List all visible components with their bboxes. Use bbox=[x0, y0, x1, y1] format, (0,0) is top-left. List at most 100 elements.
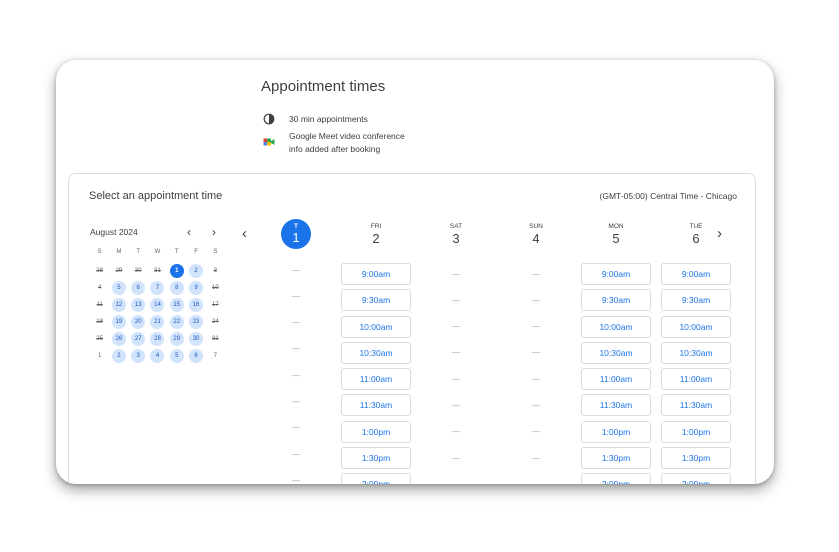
time-slot-button[interactable]: 2:00pm bbox=[581, 473, 651, 484]
calendar-day-number: 4 bbox=[97, 284, 102, 291]
calendar-prev-button[interactable]: ‹ bbox=[187, 225, 191, 239]
calendar-day[interactable]: 23 bbox=[186, 313, 205, 330]
slot-list: — — — — — — — — — bbox=[421, 263, 491, 484]
time-slot-button[interactable]: 9:30am bbox=[661, 289, 731, 312]
conference-line-1: Google Meet video conference bbox=[289, 131, 405, 141]
calendar-day-number: 7 bbox=[213, 352, 217, 359]
calendar-day[interactable]: 13 bbox=[129, 296, 148, 313]
calendar-day-number: 24 bbox=[211, 318, 219, 325]
unavailable-slot: — bbox=[501, 341, 571, 364]
weekday-label: W bbox=[154, 249, 161, 255]
day-of-week: FRI bbox=[370, 223, 382, 230]
calendar-day[interactable]: 26 bbox=[109, 330, 128, 347]
time-slot-button[interactable]: 11:30am bbox=[581, 394, 651, 417]
calendar-day-number: 31 bbox=[211, 335, 219, 342]
calendar-day-number: 19 bbox=[111, 314, 126, 329]
weekday-label: T bbox=[136, 249, 141, 255]
calendar-day-number: 30 bbox=[189, 331, 204, 346]
calendar-day[interactable]: 3 bbox=[129, 347, 148, 364]
calendar-day-number: 20 bbox=[131, 314, 146, 329]
unavailable-slot: — bbox=[261, 337, 331, 360]
calendar-day[interactable]: 21 bbox=[148, 313, 167, 330]
calendar-day[interactable]: 6 bbox=[186, 347, 205, 364]
time-slot-button[interactable]: 11:00am bbox=[661, 368, 731, 391]
calendar-day[interactable]: 7 bbox=[148, 279, 167, 296]
calendar-day: 30 bbox=[129, 262, 148, 279]
day-number: 4 bbox=[532, 231, 540, 246]
day-number: 5 bbox=[612, 231, 620, 246]
time-slot-button[interactable]: 11:00am bbox=[341, 368, 411, 391]
calendar-day[interactable]: 9 bbox=[186, 279, 205, 296]
calendar-day-number: 25 bbox=[96, 335, 103, 342]
calendar-next-button[interactable]: › bbox=[212, 225, 216, 239]
schedule-prev-button[interactable]: ‹ bbox=[242, 225, 247, 242]
time-slot-button[interactable]: 1:30pm bbox=[581, 447, 651, 470]
day-header: SUN 4 bbox=[501, 223, 571, 263]
calendar-day[interactable]: 29 bbox=[167, 330, 186, 347]
calendar-day[interactable]: 28 bbox=[148, 330, 167, 347]
calendar-day[interactable]: 27 bbox=[129, 330, 148, 347]
unavailable-slot: — bbox=[501, 289, 571, 312]
time-slot-button[interactable]: 1:30pm bbox=[661, 447, 731, 470]
calendar-day-number: 6 bbox=[189, 348, 204, 363]
calendar-day[interactable]: 2 bbox=[186, 262, 205, 279]
calendar-day[interactable]: 6 bbox=[129, 279, 148, 296]
calendar-day: 31 bbox=[206, 330, 225, 347]
calendar-day[interactable]: 19 bbox=[109, 313, 128, 330]
day-number: 3 bbox=[452, 231, 460, 246]
google-meet-icon bbox=[263, 138, 275, 146]
calendar-day[interactable]: 4 bbox=[148, 347, 167, 364]
time-slot-button[interactable]: 11:00am bbox=[581, 368, 651, 391]
calendar-day[interactable]: 30 bbox=[186, 330, 205, 347]
time-slot-button[interactable]: 9:00am bbox=[341, 263, 411, 285]
timezone-selector[interactable]: (GMT-05:00) Central Time - Chicago bbox=[600, 191, 737, 201]
time-slot-button[interactable]: 2:00pm bbox=[661, 473, 731, 484]
calendar-month: August 2024 bbox=[90, 227, 138, 237]
calendar-day[interactable]: 5 bbox=[109, 279, 128, 296]
day-column: T 1 — — — — — — — — — bbox=[261, 219, 331, 484]
day-column: TUE 6 9:00am 9:30am 10:00am 10:30am 11:00am 11:… bbox=[661, 219, 731, 484]
time-slot-button[interactable]: 1:30pm bbox=[341, 447, 411, 470]
calendar-day-number: 5 bbox=[169, 348, 184, 363]
time-slot-button[interactable]: 10:30am bbox=[661, 341, 731, 364]
unavailable-slot: — bbox=[261, 390, 331, 413]
calendar-day[interactable]: 2 bbox=[109, 347, 128, 364]
calendar-day[interactable]: 15 bbox=[167, 296, 186, 313]
calendar-day[interactable]: 5 bbox=[167, 347, 186, 364]
calendar-day[interactable]: 22 bbox=[167, 313, 186, 330]
calendar-day[interactable]: 12 bbox=[109, 296, 128, 313]
time-slot-button[interactable]: 10:00am bbox=[661, 315, 731, 338]
calendar-day[interactable]: 16 bbox=[186, 296, 205, 313]
calendar-day[interactable]: 14 bbox=[148, 296, 167, 313]
calendar-week: 11 12 13 14 15 16 17 bbox=[90, 296, 225, 313]
calendar-day-number: 14 bbox=[150, 297, 165, 312]
time-slot-button[interactable]: 9:30am bbox=[581, 289, 651, 312]
calendar-day[interactable]: 20 bbox=[129, 313, 148, 330]
time-slot-button[interactable]: 9:00am bbox=[661, 263, 731, 285]
unavailable-slot: — bbox=[421, 473, 491, 484]
slot-list: 9:00am 9:30am 10:00am 10:30am 11:00am 11:30am… bbox=[661, 263, 731, 484]
time-picker-panel: Select an appointment time (GMT-05:00) C… bbox=[68, 173, 756, 484]
calendar-day-number: 31 bbox=[154, 267, 161, 274]
calendar-week: 25 26 27 28 29 30 31 bbox=[90, 330, 225, 347]
time-slot-button[interactable]: 2:00pm bbox=[341, 473, 411, 484]
weekday-label: M bbox=[116, 249, 122, 255]
time-slot-button[interactable]: 9:00am bbox=[581, 263, 651, 285]
time-slot-button[interactable]: 10:00am bbox=[341, 315, 411, 338]
time-slot-button[interactable]: 9:30am bbox=[341, 289, 411, 312]
day-column: MON 5 9:00am 9:30am 10:00am 10:30am 11:00am 11:… bbox=[581, 219, 651, 484]
time-slot-button[interactable]: 10:30am bbox=[341, 341, 411, 364]
time-slot-button[interactable]: 10:30am bbox=[581, 341, 651, 364]
time-slot-button[interactable]: 1:00pm bbox=[661, 420, 731, 443]
time-slot-button[interactable]: 1:00pm bbox=[341, 420, 411, 443]
calendar-weekday-row: SMTWTFS bbox=[90, 249, 225, 255]
unavailable-slot: — bbox=[421, 263, 491, 285]
time-slot-button[interactable]: 1:00pm bbox=[581, 420, 651, 443]
day-of-week: SAT bbox=[449, 223, 463, 230]
time-slot-button[interactable]: 11:30am bbox=[661, 394, 731, 417]
calendar-day[interactable]: 1 bbox=[167, 262, 186, 279]
time-slot-button[interactable]: 11:30am bbox=[341, 394, 411, 417]
time-slot-button[interactable]: 10:00am bbox=[581, 315, 651, 338]
calendar-day[interactable]: 8 bbox=[167, 279, 186, 296]
calendar-day-number: 2 bbox=[111, 348, 126, 363]
